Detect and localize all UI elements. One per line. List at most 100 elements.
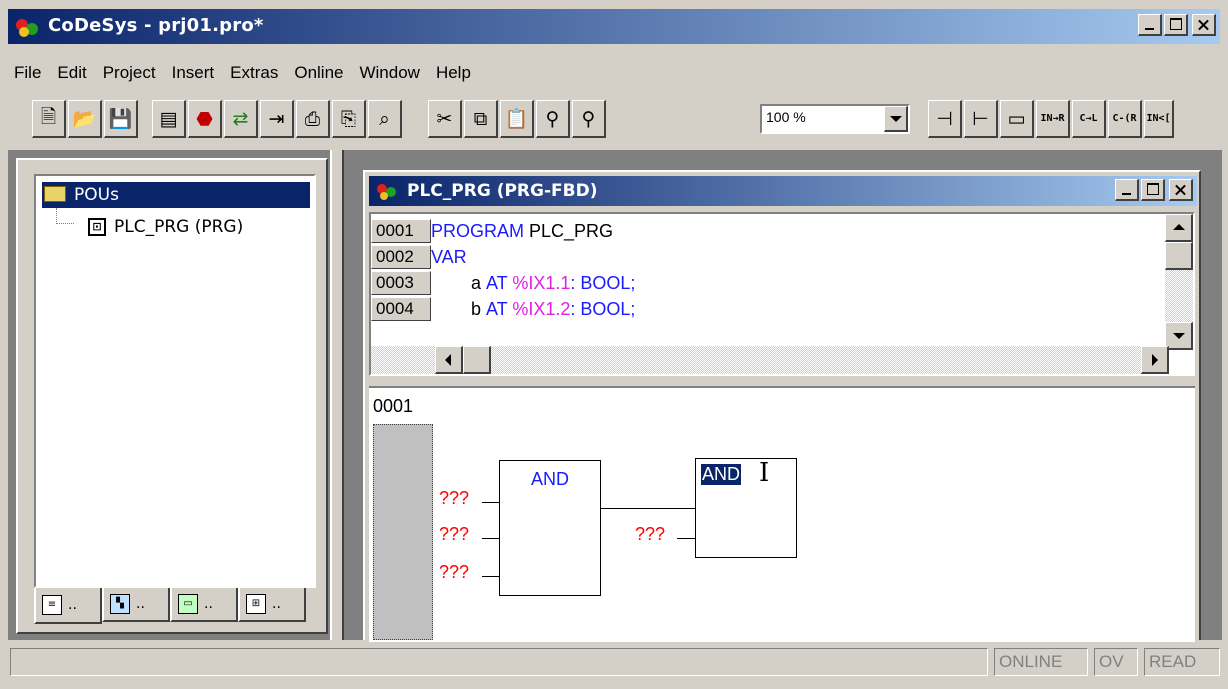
- menu-project[interactable]: Project: [95, 58, 164, 88]
- input-placeholder[interactable]: ???: [635, 524, 665, 545]
- tree-item-label: PLC_PRG (PRG): [114, 217, 244, 237]
- cut-icon[interactable]: ✂: [428, 100, 462, 138]
- folder-icon: [44, 186, 66, 202]
- arrow-up-icon: [1173, 224, 1185, 230]
- scroll-down-button[interactable]: [1165, 322, 1193, 350]
- fbd-editor[interactable]: 0001 AND ??? ??? ??? AND I ???: [369, 388, 1195, 642]
- network-before-icon[interactable]: ⊣: [928, 100, 962, 138]
- document-icon: ≡: [42, 595, 62, 615]
- menu-file[interactable]: File: [8, 58, 49, 88]
- editor-window: PLC_PRG (PRG-FBD) 0001 PROGRAM PLC_PRG 0…: [363, 170, 1201, 642]
- editor-title: PLC_PRG (PRG-FBD): [407, 181, 598, 201]
- tab-visualizations[interactable]: ▭..: [170, 588, 238, 622]
- menu-extras[interactable]: Extras: [222, 58, 286, 88]
- menu-help[interactable]: Help: [428, 58, 479, 88]
- arrow-right-icon: [1152, 354, 1158, 366]
- address: %IX1.1: [512, 272, 571, 293]
- tab-pous-label: ..: [68, 597, 77, 613]
- zoom-select[interactable]: 100 %: [760, 104, 910, 134]
- status-message: [10, 648, 988, 676]
- jump-icon[interactable]: IN<[: [1144, 100, 1174, 138]
- keyword: AT: [486, 298, 513, 319]
- tab-resources-label: ..: [272, 596, 281, 612]
- input-wire: [677, 538, 695, 539]
- scroll-right-button[interactable]: [1141, 346, 1169, 374]
- pane-splitter[interactable]: [330, 150, 344, 640]
- scroll-thumb[interactable]: [1165, 242, 1193, 270]
- line-number: 0004: [371, 297, 431, 321]
- arrow-down-icon: [1173, 333, 1185, 339]
- editor-splitter[interactable]: [369, 378, 1195, 388]
- keyword: VAR: [431, 246, 467, 267]
- maximize-button[interactable]: [1164, 14, 1188, 36]
- open-icon[interactable]: 📂: [68, 100, 102, 138]
- input-wire: [482, 576, 499, 577]
- status-bar: ONLINE OV READ: [8, 644, 1222, 680]
- menu-edit[interactable]: Edit: [49, 58, 94, 88]
- input-placeholder[interactable]: ???: [439, 562, 469, 583]
- logout-icon[interactable]: ⇥: [260, 100, 294, 138]
- and-block-1[interactable]: AND: [499, 460, 601, 596]
- selected-block-type[interactable]: AND: [701, 464, 742, 485]
- pou-tree[interactable]: POUs ⊡ PLC_PRG (PRG): [34, 174, 316, 588]
- visualization-icon: ▭: [178, 594, 198, 614]
- print-icon[interactable]: ⎙: [296, 100, 330, 138]
- scroll-left-button[interactable]: [435, 346, 463, 374]
- new-icon[interactable]: 🗎: [32, 100, 66, 138]
- status-online: ONLINE: [994, 648, 1088, 676]
- scroll-up-button[interactable]: [1165, 214, 1193, 242]
- find-replace-icon[interactable]: ⚲: [536, 100, 570, 138]
- status-read: READ: [1144, 648, 1220, 676]
- network-after-icon[interactable]: ⊢: [964, 100, 998, 138]
- save-icon[interactable]: 💾: [104, 100, 138, 138]
- editor-title-bar[interactable]: PLC_PRG (PRG-FBD): [369, 176, 1197, 206]
- input-placeholder[interactable]: ???: [439, 488, 469, 509]
- build-icon[interactable]: ▤: [152, 100, 186, 138]
- menu-window[interactable]: Window: [351, 58, 427, 88]
- data-types-icon: ▚: [110, 594, 130, 614]
- horizontal-scroll-thumb[interactable]: [463, 346, 491, 374]
- chevron-down-icon: [890, 116, 902, 122]
- identifier: a: [471, 272, 487, 293]
- pou-window-icon: [377, 184, 396, 200]
- input-wire: [482, 538, 499, 539]
- keyword: PROGRAM: [431, 220, 525, 241]
- login-icon[interactable]: ⇄: [224, 100, 258, 138]
- editor-maximize-button[interactable]: [1141, 179, 1165, 201]
- tree-item-plc-prg[interactable]: ⊡ PLC_PRG (PRG): [76, 214, 243, 240]
- tree-root-pous[interactable]: POUs: [42, 182, 310, 208]
- copy-icon[interactable]: ⧉: [464, 100, 498, 138]
- close-button[interactable]: [1192, 14, 1216, 36]
- return-icon[interactable]: C-(R: [1108, 100, 1142, 138]
- zoom-dropdown-button[interactable]: [884, 106, 908, 132]
- tree-root-label: POUs: [74, 185, 119, 205]
- input-wire: [482, 502, 499, 503]
- declaration-vertical-scrollbar[interactable]: [1165, 214, 1193, 350]
- main-title-bar[interactable]: CoDeSys - prj01.pro*: [8, 9, 1220, 44]
- find-icon[interactable]: ⌕: [368, 100, 402, 138]
- editor-minimize-button[interactable]: [1115, 179, 1139, 201]
- editor-close-button[interactable]: [1169, 179, 1193, 201]
- assign-icon[interactable]: C→L: [1072, 100, 1106, 138]
- input-icon[interactable]: IN→R: [1036, 100, 1070, 138]
- resources-icon: ⊞: [246, 594, 266, 614]
- tab-pous[interactable]: ≡..: [34, 588, 102, 624]
- menu-online[interactable]: Online: [286, 58, 351, 88]
- input-placeholder[interactable]: ???: [439, 524, 469, 545]
- tab-data-types[interactable]: ▚..: [102, 588, 170, 622]
- program-icon: ⊡: [88, 218, 106, 236]
- declaration-editor[interactable]: 0001 PROGRAM PLC_PRG 0002 VAR 0003 a AT …: [369, 212, 1195, 376]
- find-next-icon[interactable]: ⚲: [572, 100, 606, 138]
- box-icon[interactable]: ▭: [1000, 100, 1034, 138]
- identifier: b: [471, 298, 487, 319]
- tab-resources[interactable]: ⊞..: [238, 588, 306, 622]
- object-organizer: POUs ⊡ PLC_PRG (PRG) ≡.. ▚.. ▭.. ⊞..: [16, 158, 328, 634]
- minimize-button[interactable]: [1138, 14, 1162, 36]
- print-options-icon[interactable]: ⎘: [332, 100, 366, 138]
- declaration-horizontal-scrollbar[interactable]: [371, 346, 1169, 374]
- stop-icon[interactable]: ⬣: [188, 100, 222, 138]
- declaration-line: 0003 a AT %IX1.1 : BOOL;: [371, 270, 635, 296]
- paste-icon[interactable]: 📋: [500, 100, 534, 138]
- menu-insert[interactable]: Insert: [164, 58, 223, 88]
- declaration-line: 0004 b AT %IX1.2 : BOOL;: [371, 296, 635, 322]
